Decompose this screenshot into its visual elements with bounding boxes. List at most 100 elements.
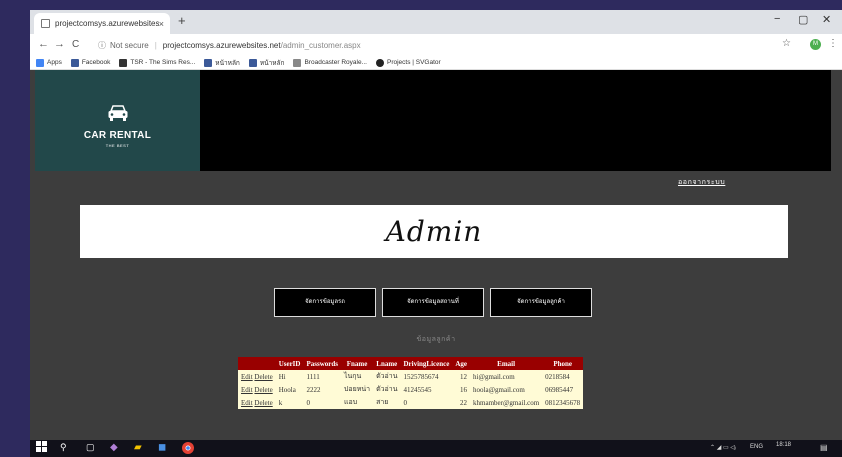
column-header: UserID [275, 357, 304, 370]
row-actions: Edit Delete [238, 383, 276, 396]
language-indicator[interactable]: ENG [750, 444, 763, 450]
column-header: Email [470, 357, 543, 370]
facebook-icon [70, 58, 79, 67]
bookmark-label: TSR - The Sims Res... [130, 59, 196, 66]
system-tray-icons[interactable]: ⌃ ◢ ▭ ◁ᵢ [710, 444, 736, 451]
visual-studio-icon[interactable]: ◆ [110, 442, 118, 453]
browser-window: projectcomsys.azurewebsites.ne × + − ▢ ✕… [30, 10, 842, 440]
bookmark-facebook[interactable]: Facebook [70, 58, 111, 67]
address-bar[interactable]: ⓘ Not secure | projectcomsys.azurewebsit… [98, 37, 738, 53]
bookmark-label: Apps [47, 59, 62, 66]
profile-avatar[interactable]: M [810, 39, 821, 50]
delete-link[interactable]: Delete [254, 386, 272, 394]
cell-age: 16 [452, 383, 471, 396]
bookmark-label: Facebook [81, 59, 111, 66]
logout-link[interactable]: ออกจากระบบ [678, 177, 725, 188]
row-actions: Edit Delete [238, 396, 276, 409]
reload-button[interactable]: C [72, 39, 79, 50]
tsr-icon [119, 58, 128, 67]
bookmark-apps[interactable]: Apps [36, 58, 62, 67]
forward-button[interactable]: → [54, 38, 65, 50]
windows-taskbar: ⚲ ▢ ◆ ▰ ◼ ⌃ ◢ ▭ ◁ᵢ ENG 18:18 ▤ [30, 440, 842, 457]
cell-password: 1111 [303, 370, 341, 383]
column-header: Phone [542, 357, 584, 370]
customer-table: UserID Passwords Fname Lname DrivingLice… [238, 357, 584, 409]
clock[interactable]: 18:18 [776, 442, 791, 448]
new-tab-button[interactable]: + [178, 13, 186, 28]
brand-tagline: THE BEST [105, 143, 130, 148]
cell-password: 0 [303, 396, 341, 409]
cell-licence: 41245545 [400, 383, 453, 396]
cell-phone: 06985447 [542, 383, 584, 396]
bookmark-svgator[interactable]: Projects | SVGator [375, 58, 441, 67]
bookmarks-bar: Apps Facebook TSR - The Sims Res... หน้า… [30, 56, 842, 70]
delete-link[interactable]: Delete [254, 373, 272, 381]
cell-userid: k [275, 396, 304, 409]
section-title: ข้อมูลลูกค้า [416, 336, 456, 343]
car-icon [108, 105, 128, 121]
cell-userid: Hoola [275, 383, 304, 396]
column-header: Lname [373, 357, 401, 370]
maximize-button[interactable]: ▢ [798, 13, 808, 26]
address-divider: | [154, 40, 157, 50]
bookmark-home-1[interactable]: หน้าหลัก [204, 58, 240, 68]
table-row: Edit Delete k 0 แอบ สาย 0 22 khmamber@gm… [238, 396, 584, 409]
cell-age: 22 [452, 396, 471, 409]
chrome-icon[interactable] [182, 442, 194, 457]
edit-link[interactable]: Edit [241, 399, 253, 407]
task-view-icon[interactable]: ▢ [86, 442, 95, 453]
close-window-button[interactable]: ✕ [822, 13, 831, 26]
url-path: /admin_customer.aspx [280, 40, 361, 50]
apps-icon [36, 58, 44, 67]
bookmark-label: Projects | SVGator [386, 59, 441, 66]
file-explorer-icon[interactable]: ▰ [134, 442, 142, 453]
close-tab-icon[interactable]: × [159, 19, 164, 29]
back-button[interactable]: ← [38, 38, 49, 50]
browser-menu-icon[interactable]: ⋮ [828, 38, 838, 49]
bookmark-tsr[interactable]: TSR - The Sims Res... [119, 58, 196, 67]
info-icon[interactable]: ⓘ [98, 40, 106, 51]
page-icon [41, 19, 50, 28]
tab-title: projectcomsys.azurewebsites.ne [55, 19, 159, 28]
app-icon[interactable]: ◼ [158, 442, 166, 453]
manage-cars-button[interactable]: จัดการข้อมูลรถ [274, 288, 376, 317]
column-header: Age [452, 357, 471, 370]
edit-link[interactable]: Edit [241, 386, 253, 394]
table-row: Edit Delete Hi 1111 ไนกุน ตัวอ่าน 152578… [238, 370, 584, 383]
cell-email: khmamber@gmail.com [470, 396, 543, 409]
windows-start-icon[interactable] [36, 441, 47, 455]
search-icon[interactable]: ⚲ [60, 442, 67, 453]
table-header-row: UserID Passwords Fname Lname DrivingLice… [238, 357, 584, 370]
cell-lname: ตัวอ่าน [373, 383, 401, 396]
manage-customers-button[interactable]: จัดการข้อมูลลูกค้า [490, 288, 592, 317]
site-logo[interactable]: CAR RENTAL THE BEST [35, 70, 200, 171]
column-header: Fname [340, 357, 374, 370]
browser-toolbar: ← → C ⓘ Not secure | projectcomsys.azure… [30, 34, 842, 56]
cell-password: 2222 [303, 383, 341, 396]
delete-link[interactable]: Delete [254, 399, 272, 407]
row-actions: Edit Delete [238, 370, 276, 383]
cell-fname: แอบ [340, 396, 374, 409]
bookmark-label: Broadcaster Royale... [304, 59, 367, 66]
cell-email: hoola@gmail.com [470, 383, 543, 396]
cell-email: hi@gmail.com [470, 370, 543, 383]
web-page: CAR RENTAL THE BEST ออกจากระบบ Admin จัด… [30, 70, 842, 440]
page-title: Admin [80, 205, 788, 258]
bookmark-label: หน้าหลัก [215, 59, 240, 67]
cell-age: 12 [452, 370, 471, 383]
url-host: projectcomsys.azurewebsites.net [162, 40, 281, 50]
bookmark-home-2[interactable]: หน้าหลัก [248, 58, 284, 68]
cell-fname: ไนกุน [340, 370, 374, 383]
browser-tab[interactable]: projectcomsys.azurewebsites.ne × [34, 13, 170, 34]
minimize-button[interactable]: − [774, 13, 780, 25]
cell-lname: ตัวอ่าน [373, 370, 401, 383]
site-header: CAR RENTAL THE BEST [35, 70, 831, 171]
edit-link[interactable]: Edit [241, 373, 253, 381]
cell-phone: 0218584 [542, 370, 584, 383]
manage-locations-button[interactable]: จัดการข้อมูลสถานที่ [382, 288, 484, 317]
bookmark-star-icon[interactable]: ☆ [782, 38, 791, 49]
bookmark-broadcaster[interactable]: Broadcaster Royale... [293, 58, 367, 67]
facebook-icon [204, 58, 213, 67]
cell-phone: 0812345678 [542, 396, 584, 409]
notifications-icon[interactable]: ▤ [820, 443, 828, 452]
